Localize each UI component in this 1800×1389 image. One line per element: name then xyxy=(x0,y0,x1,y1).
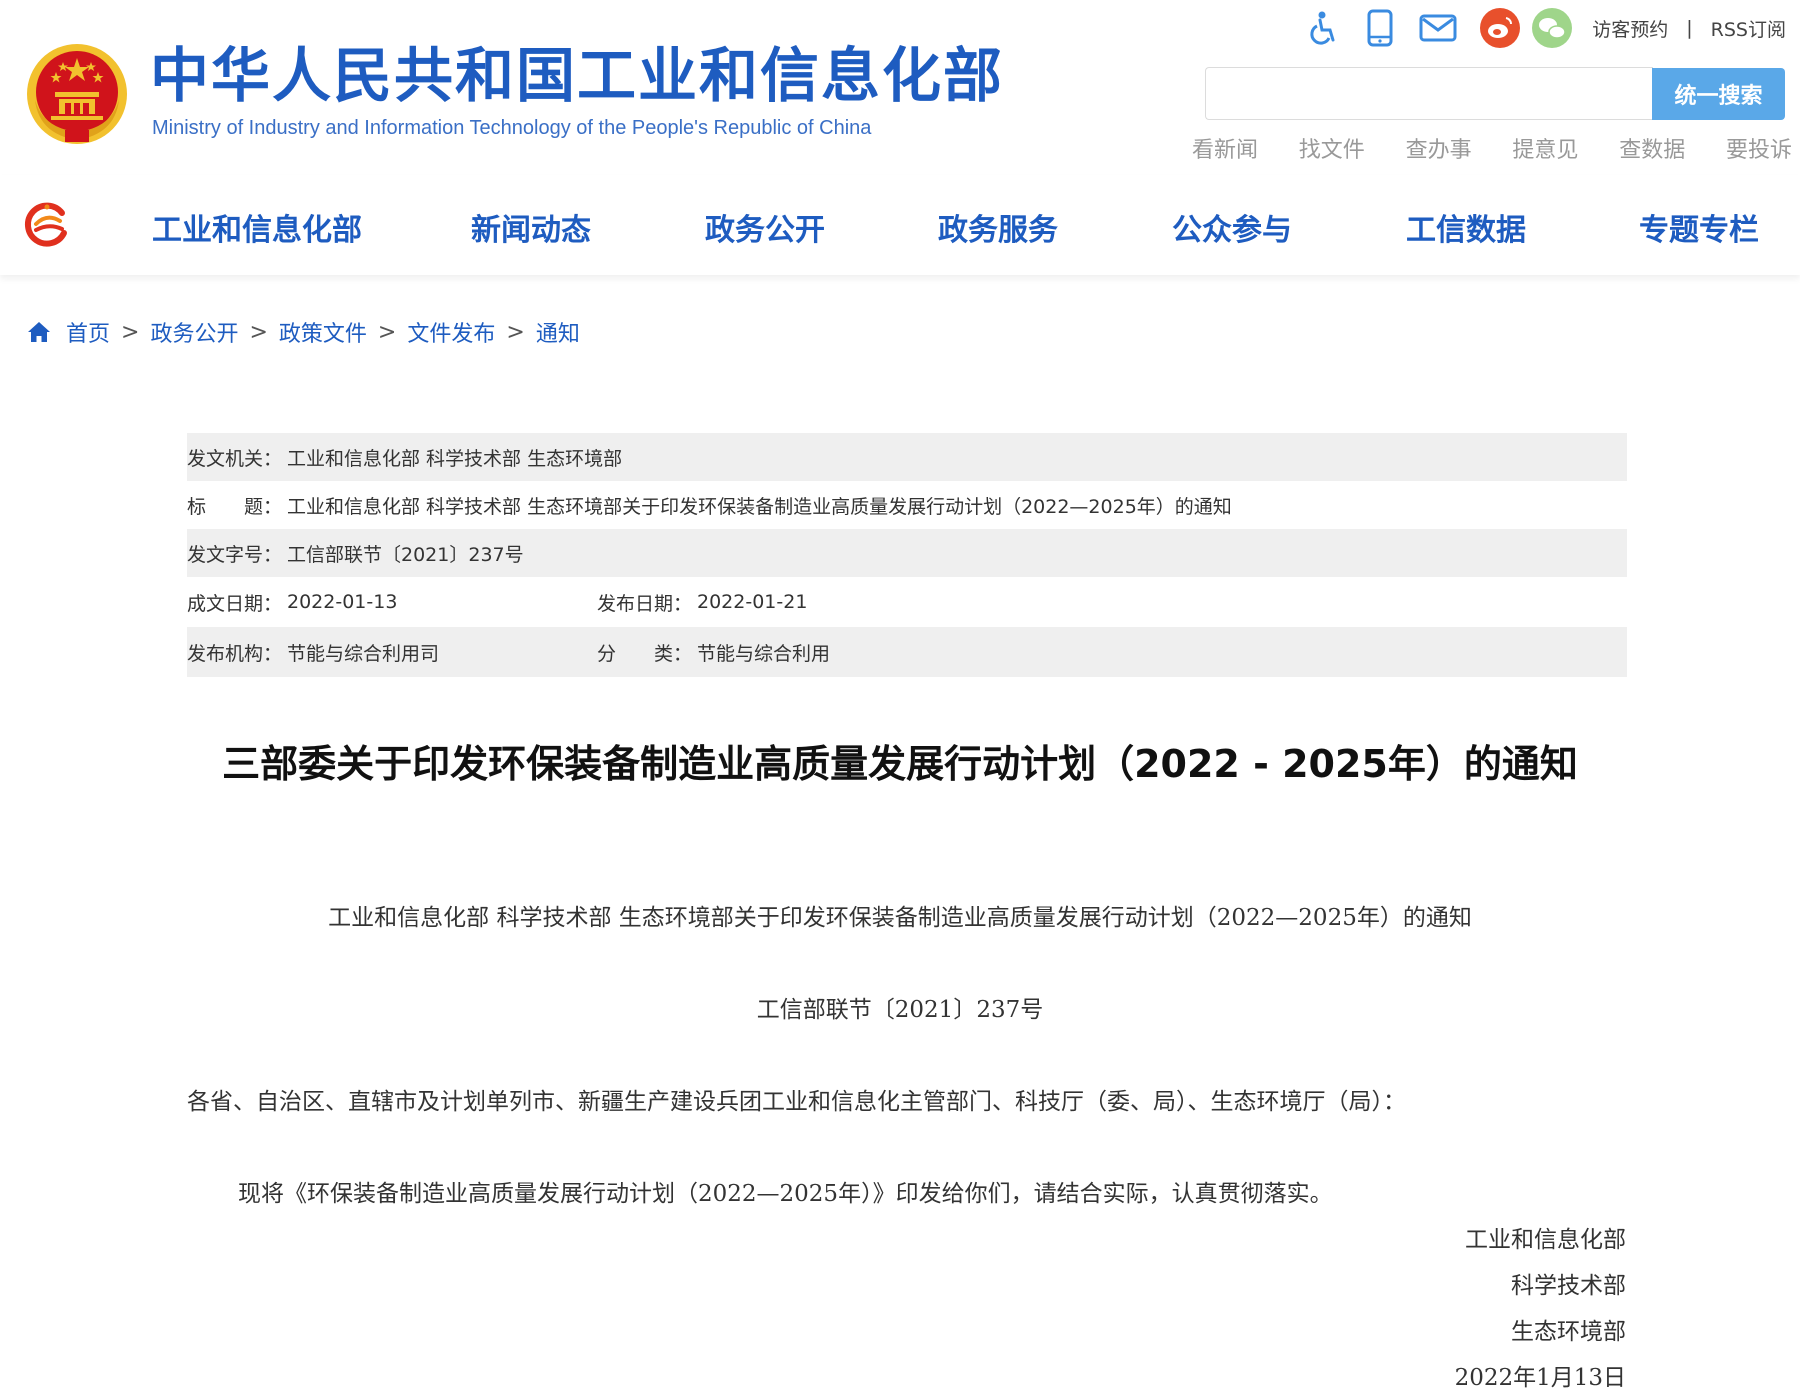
search-input[interactable] xyxy=(1205,67,1653,120)
top-toolbar: 访客预约 | RSS订阅 xyxy=(1302,8,1786,48)
nav-item-news[interactable]: 新闻动态 xyxy=(471,205,591,249)
meta-row-issuer: 发文机关： 工业和信息化部 科学技术部 生态环境部 xyxy=(187,433,1627,481)
nav-item-data[interactable]: 工信数据 xyxy=(1406,205,1526,249)
site-title[interactable]: 中华人民共和国工业和信息化部 xyxy=(150,46,1004,105)
signature-most: 科学技术部 xyxy=(1511,1273,1626,1299)
written-date-value: 2022-01-13 xyxy=(287,591,398,613)
org-value: 节能与综合利用司 xyxy=(287,642,440,665)
meta-row-title: 标 题： 工业和信息化部 科学技术部 生态环境部关于印发环保装备制造业高质量发展… xyxy=(187,481,1627,529)
publish-date-value: 2022-01-21 xyxy=(697,591,808,613)
breadcrumb-file-release[interactable]: 文件发布 xyxy=(407,316,495,348)
nav-item-special-topics[interactable]: 专题专栏 xyxy=(1639,205,1759,249)
title-label: 标 题： xyxy=(187,495,283,518)
breadcrumb-policy-files[interactable]: 政策文件 xyxy=(279,316,367,348)
nav-item-government-affairs[interactable]: 政务公开 xyxy=(705,205,825,249)
quick-link-data[interactable]: 查数据 xyxy=(1619,132,1685,164)
mail-icon[interactable] xyxy=(1418,8,1458,48)
rss-link[interactable]: RSS订阅 xyxy=(1711,15,1786,42)
visitor-booking-link[interactable]: 访客预约 xyxy=(1592,15,1668,42)
search-button[interactable]: 统一搜索 xyxy=(1652,68,1785,120)
document-number: 工信部联节〔2021〕237号 xyxy=(756,997,1044,1023)
category-label: 分 类： xyxy=(597,642,693,665)
quick-links: 看新闻 找文件 查办事 提意见 查数据 要投诉 xyxy=(1192,132,1792,164)
signature-miit: 工业和信息化部 xyxy=(1465,1227,1626,1253)
breadcrumb-separator: > xyxy=(121,319,140,345)
document-heading: 工业和信息化部 科学技术部 生态环境部关于印发环保装备制造业高质量发展行动计划（… xyxy=(328,905,1472,931)
nav-item-government-services[interactable]: 政务服务 xyxy=(938,205,1058,249)
mobile-icon[interactable] xyxy=(1360,8,1400,48)
org-label: 发布机构： xyxy=(187,642,283,665)
nav-item-miit[interactable]: 工业和信息化部 xyxy=(152,205,362,249)
meta-row-dates: 成文日期： 2022-01-13 发布日期： 2022-01-21 xyxy=(187,577,1627,627)
article-title: 三部委关于印发环保装备制造业高质量发展行动计划（2022 - 2025年）的通知 xyxy=(222,742,1578,786)
breadcrumb: 首页 > 政务公开 > 政策文件 > 文件发布 > 通知 xyxy=(26,316,580,348)
home-icon[interactable] xyxy=(26,319,52,345)
quick-link-files[interactable]: 找文件 xyxy=(1299,132,1365,164)
signature-date: 2022年1月13日 xyxy=(1454,1365,1626,1389)
breadcrumb-separator: > xyxy=(249,319,268,345)
quick-link-news[interactable]: 看新闻 xyxy=(1192,132,1258,164)
doc-number-value: 工信部联节〔2021〕237号 xyxy=(287,543,524,566)
toolbar-separator: | xyxy=(1686,17,1693,39)
site-subtitle: Ministry of Industry and Information Tec… xyxy=(152,117,872,139)
document-meta-table: 发文机关： 工业和信息化部 科学技术部 生态环境部 标 题： 工业和信息化部 科… xyxy=(187,433,1627,677)
quick-link-complaints[interactable]: 要投诉 xyxy=(1726,132,1792,164)
quick-link-suggestions[interactable]: 提意见 xyxy=(1512,132,1578,164)
meta-row-doc-number: 发文字号： 工信部联节〔2021〕237号 xyxy=(187,529,1627,577)
weibo-icon[interactable] xyxy=(1480,8,1521,48)
breadcrumb-notice[interactable]: 通知 xyxy=(536,316,580,348)
national-emblem-logo xyxy=(27,44,127,144)
issuer-value: 工业和信息化部 科学技术部 生态环境部 xyxy=(287,447,623,470)
doc-number-label: 发文字号： xyxy=(187,543,283,566)
accessibility-icon[interactable] xyxy=(1302,8,1342,48)
title-value: 工业和信息化部 科学技术部 生态环境部关于印发环保装备制造业高质量发展行动计划（… xyxy=(287,495,1232,518)
breadcrumb-government-affairs[interactable]: 政务公开 xyxy=(150,316,238,348)
publish-date-label: 发布日期： xyxy=(597,592,693,615)
salutation: 各省、自治区、直辖市及计划单列市、新疆生产建设兵团工业和信息化主管部门、科技厅（… xyxy=(187,1089,1406,1115)
breadcrumb-separator: > xyxy=(506,319,525,345)
miit-logo-icon[interactable] xyxy=(22,199,72,249)
issuer-label: 发文机关： xyxy=(187,447,283,470)
meta-row-org: 发布机构： 节能与综合利用司 分 类： 节能与综合利用 xyxy=(187,627,1627,677)
nav-item-public-participation[interactable]: 公众参与 xyxy=(1172,205,1292,249)
wechat-icon[interactable] xyxy=(1532,8,1573,48)
written-date-label: 成文日期： xyxy=(187,592,283,615)
quick-link-services[interactable]: 查办事 xyxy=(1406,132,1472,164)
category-value: 节能与综合利用 xyxy=(697,642,831,665)
breadcrumb-separator: > xyxy=(377,319,397,345)
body-paragraph: 现将《环保装备制造业高质量发展行动计划（2022—2025年）》印发给你们，请结… xyxy=(238,1181,1333,1207)
main-nav: 工业和信息化部 新闻动态 政务公开 政务服务 公众参与 工信数据 专题专栏 xyxy=(0,175,1800,275)
breadcrumb-home[interactable]: 首页 xyxy=(66,316,110,348)
signature-mee: 生态环境部 xyxy=(1511,1319,1626,1345)
